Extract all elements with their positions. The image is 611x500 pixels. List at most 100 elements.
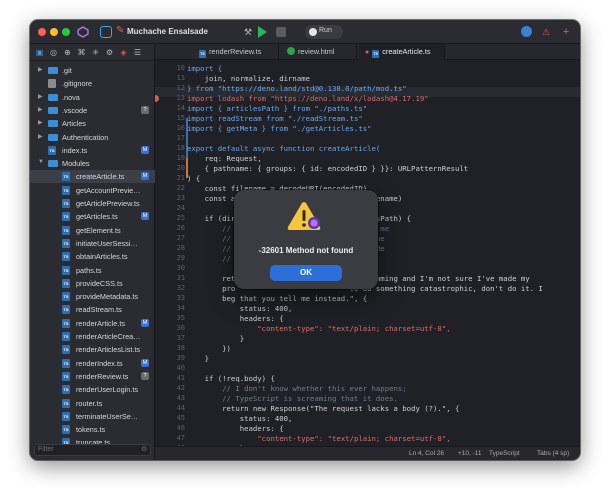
sidebar-file[interactable]: .gitignore bbox=[30, 77, 155, 90]
sidebar-item-label: renderArticlesList.ts bbox=[76, 345, 141, 355]
typescript-file-icon: TS bbox=[62, 318, 70, 328]
unsaved-dot-icon[interactable]: ● bbox=[365, 45, 369, 61]
project-name[interactable]: Muchache Ensalsade bbox=[127, 27, 208, 36]
sidebar-file[interactable]: TS getArticles.ts M bbox=[30, 210, 155, 223]
filter-options-icon[interactable]: ⊙ bbox=[141, 445, 147, 455]
run-task-label: Run bbox=[319, 27, 332, 34]
chevron-right-icon[interactable]: ▶ bbox=[38, 119, 43, 126]
sidebar-file[interactable]: TS renderReview.ts? bbox=[30, 370, 155, 383]
ok-button[interactable]: OK bbox=[270, 265, 342, 281]
code-line: headers: { bbox=[187, 424, 284, 433]
git-status-badge: M bbox=[141, 318, 149, 327]
sidebar-file[interactable]: TS getElement.ts bbox=[30, 224, 155, 237]
sidebar-file[interactable]: TS renderUserLogin.ts bbox=[30, 383, 155, 396]
line-number: 42 bbox=[176, 384, 185, 392]
folder-icon bbox=[48, 160, 58, 168]
sidebar-file[interactable]: TS readStream.ts bbox=[30, 303, 155, 316]
sidebar-folder[interactable]: ▶ Authentication bbox=[30, 131, 155, 144]
code-line: } from "https://deno.land/std@0.138.0/pa… bbox=[187, 84, 407, 93]
sidebar-folder[interactable]: ▼ Modules bbox=[30, 157, 155, 170]
sidebar-file[interactable]: TS createArticle.ts M bbox=[30, 170, 155, 184]
sidebar-folder[interactable]: ▶ Articles bbox=[30, 117, 155, 130]
sidebar-file[interactable]: TS renderArticleCreation... bbox=[30, 330, 155, 343]
sidebar-file[interactable]: TS tokens.ts bbox=[30, 423, 155, 436]
editor-tab[interactable]: ● TS createArticle.ts bbox=[359, 44, 445, 60]
sidebar-file[interactable]: TS paths.ts bbox=[30, 264, 155, 277]
editor-tab[interactable]: review.html bbox=[281, 44, 357, 60]
remote-icon[interactable]: ☰ bbox=[132, 47, 143, 58]
symbols-icon[interactable]: ⊕ bbox=[62, 47, 73, 58]
git-icon[interactable]: ◎ bbox=[48, 47, 59, 58]
chevron-right-icon[interactable]: ▶ bbox=[38, 66, 43, 73]
typescript-file-icon: TS bbox=[62, 371, 70, 381]
code-line: { pathname: { groups: { id: encodedID } … bbox=[187, 164, 469, 173]
chevron-right-icon[interactable]: ▶ bbox=[38, 133, 43, 140]
typescript-file-icon: TS bbox=[62, 225, 70, 235]
sidebar-item-label: renderUserLogin.ts bbox=[76, 385, 139, 395]
editor-tab[interactable]: TS renderReview.ts bbox=[193, 44, 279, 60]
sidebar-file[interactable]: TS provideCSS.ts bbox=[30, 277, 155, 290]
sidebar-folder[interactable]: ▶ .git bbox=[30, 64, 155, 77]
stop-button[interactable] bbox=[276, 27, 286, 37]
settings-icon[interactable] bbox=[521, 26, 532, 37]
sidebar-folder[interactable]: ▶ .nova bbox=[30, 91, 155, 104]
dialog-message: -32601 Method not found bbox=[258, 246, 354, 255]
line-number: 15 bbox=[176, 114, 185, 122]
folder-icon bbox=[48, 133, 58, 141]
project-icon[interactable] bbox=[100, 26, 112, 38]
cursor-position[interactable]: Ln 4, Col 26 bbox=[409, 450, 444, 457]
sidebar-file[interactable]: TS provideMetadata.ts bbox=[30, 290, 155, 303]
sidebar-item-label: router.ts bbox=[76, 398, 103, 408]
diff-summary[interactable]: +10, -11 bbox=[458, 450, 482, 457]
sidebar-toolbar: ▣ ◎ ⊕ ⌘ ✳ ⚙ ◈ ☰ bbox=[30, 44, 155, 61]
maximize-window-button[interactable] bbox=[62, 28, 70, 36]
sidebar-item-label: index.ts bbox=[62, 145, 88, 155]
sidebar-file[interactable]: TS obtainArticles.ts bbox=[30, 250, 155, 263]
add-icon[interactable]: + bbox=[559, 25, 573, 39]
folder-icon bbox=[48, 120, 58, 128]
folder-icon bbox=[48, 93, 58, 101]
tasks-icon[interactable]: ⚙ bbox=[104, 47, 115, 58]
sidebar-item-label: getArticles.ts bbox=[76, 212, 118, 222]
sidebar-item-label: Modules bbox=[62, 159, 90, 169]
debug-icon[interactable]: ✳ bbox=[90, 47, 101, 58]
files-icon[interactable]: ▣ bbox=[34, 47, 45, 58]
issues-icon[interactable]: ⚠ bbox=[539, 25, 553, 39]
code-line: beg that you tell me instead.", { bbox=[187, 294, 368, 303]
sidebar-file[interactable]: TS renderArticle.ts M bbox=[30, 317, 155, 330]
sidebar-file[interactable]: TS index.ts M bbox=[30, 144, 155, 157]
clips-icon[interactable]: ⌘ bbox=[76, 47, 87, 58]
chevron-right-icon[interactable]: ▶ bbox=[38, 93, 43, 100]
extensions-icon[interactable] bbox=[76, 25, 90, 39]
sidebar-item-label: tokens.ts bbox=[76, 425, 106, 435]
line-number: 19 bbox=[176, 154, 185, 162]
sidebar-file[interactable]: TS initiateUserSession.ts bbox=[30, 237, 155, 250]
indentation-selector[interactable]: Tabs (4 sp) bbox=[537, 450, 569, 457]
sidebar-file[interactable]: TS terminateUserSessio... bbox=[30, 410, 155, 423]
minimize-window-button[interactable] bbox=[50, 28, 58, 36]
line-number: 25 bbox=[176, 214, 185, 222]
sidebar-file[interactable]: TS renderArticlesList.ts bbox=[30, 343, 155, 356]
sidebar-item-label: renderArticleCreation... bbox=[76, 332, 141, 341]
sidebar-file[interactable]: TS renderIndex.ts M bbox=[30, 357, 155, 370]
sidebar-folder[interactable]: ▶ .vscode? bbox=[30, 104, 155, 117]
sidebar-item-label: Articles bbox=[62, 119, 86, 129]
problems-icon[interactable]: ◈ bbox=[118, 47, 129, 58]
line-number: 40 bbox=[176, 364, 185, 372]
typescript-file-icon: TS bbox=[62, 358, 70, 368]
sidebar-item-label: initiateUserSession.ts bbox=[76, 238, 141, 248]
sidebar-filter-input[interactable]: Filter ⊙ bbox=[34, 444, 151, 456]
language-selector[interactable]: TypeScript bbox=[489, 450, 520, 457]
close-window-button[interactable] bbox=[38, 28, 46, 36]
sidebar-file[interactable]: TS router.ts bbox=[30, 397, 155, 410]
sidebar-file[interactable]: TS getAccountPreview.ts bbox=[30, 184, 155, 197]
chevron-right-icon[interactable]: ▶ bbox=[38, 106, 43, 113]
run-button[interactable] bbox=[258, 26, 267, 38]
chevron-down-icon[interactable]: ▼ bbox=[38, 159, 44, 165]
sidebar-file[interactable]: TS getArticlePreview.ts bbox=[30, 197, 155, 210]
title-bar: ✎ Muchache Ensalsade ⚒ Run ⚠ + bbox=[30, 20, 580, 44]
file-sidebar: ▣ ◎ ⊕ ⌘ ✳ ⚙ ◈ ☰ ▶ .git .gitignore ▶ .nova ▶ .v… bbox=[30, 44, 155, 460]
git-status-badge: ? bbox=[141, 105, 149, 114]
build-icon[interactable]: ⚒ bbox=[241, 25, 255, 39]
typescript-file-icon: TS bbox=[62, 172, 70, 182]
